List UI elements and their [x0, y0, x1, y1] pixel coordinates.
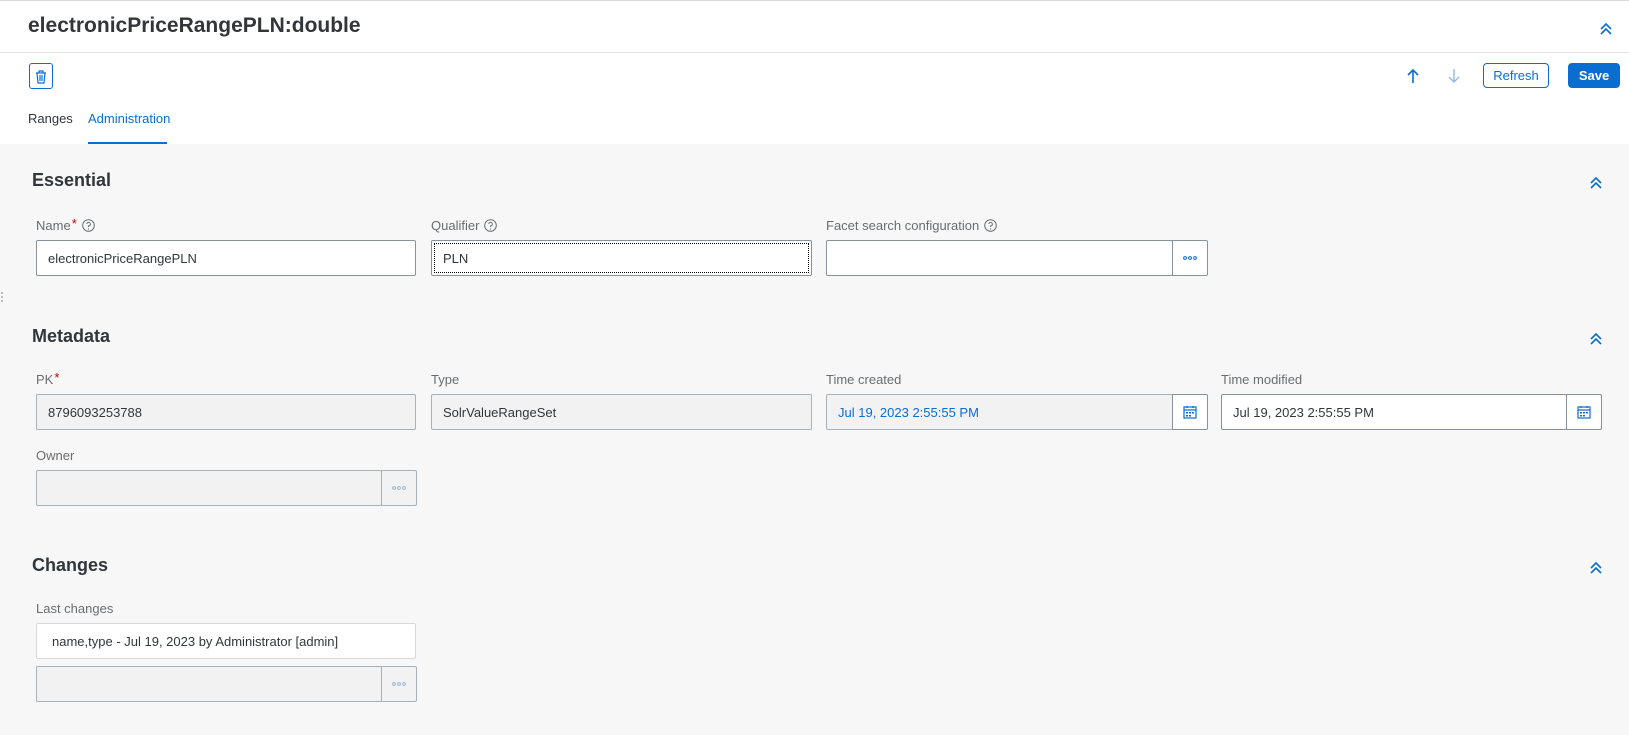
last-changes-value: name,type - Jul 19, 2023 by Administrato… [36, 623, 416, 659]
last-changes-label: Last changes [36, 601, 114, 616]
previous-arrow-button[interactable] [1402, 65, 1424, 87]
time-modified-calendar-button[interactable] [1566, 394, 1602, 430]
owner-input[interactable] [36, 470, 382, 506]
title-divider [0, 52, 1629, 53]
time-created-calendar-button[interactable] [1172, 394, 1208, 430]
owner-label: Owner [36, 448, 75, 463]
active-tab-indicator [88, 142, 167, 144]
collapse-metadata-icon[interactable] [1584, 327, 1608, 351]
refresh-button[interactable]: Refresh [1483, 63, 1549, 88]
owner-browse-button[interactable] [381, 470, 417, 506]
section-title-changes: Changes [32, 555, 109, 575]
resize-grip-icon[interactable] [0, 289, 5, 305]
arrow-up-icon [1407, 68, 1419, 83]
help-icon[interactable] [484, 219, 498, 232]
trash-icon [36, 69, 46, 84]
collapse-changes-icon[interactable] [1584, 556, 1608, 580]
name-input[interactable]: electronicPriceRangePLN [36, 240, 416, 276]
next-arrow-button[interactable] [1443, 65, 1465, 87]
section-title-essential: Essential [32, 170, 112, 190]
delete-button[interactable] [29, 63, 53, 89]
qualifier-input[interactable]: PLN [431, 240, 812, 276]
type-input: SolrValueRangeSet [431, 394, 812, 430]
help-icon[interactable] [81, 219, 95, 232]
type-label: Type [431, 372, 460, 387]
last-changes-reference-input[interactable] [36, 666, 382, 702]
time-created-label: Time created [826, 372, 902, 387]
section-title-metadata: Metadata [32, 326, 111, 346]
facet-search-configuration-browse-button[interactable] [1172, 240, 1208, 276]
tab-ranges[interactable]: Ranges [28, 111, 73, 126]
pk-label: PK * [36, 370, 60, 387]
save-button[interactable]: Save [1568, 63, 1620, 88]
more-icon [1183, 256, 1197, 260]
collapse-essential-icon[interactable] [1584, 171, 1608, 195]
calendar-icon [1577, 406, 1591, 419]
name-label: Name * [36, 216, 95, 233]
calendar-icon [1183, 406, 1197, 419]
tab-administration[interactable]: Administration [88, 111, 170, 126]
facet-search-configuration-label: Facet search configuration [826, 218, 998, 233]
collapse-header-icon[interactable] [1594, 17, 1618, 41]
time-modified-input[interactable]: Jul 19, 2023 2:55:55 PM [1221, 394, 1567, 430]
time-created-input[interactable]: Jul 19, 2023 2:55:55 PM [826, 394, 1173, 430]
pk-input: 8796093253788 [36, 394, 416, 430]
required-marker: * [54, 370, 60, 385]
more-icon [392, 682, 406, 686]
facet-search-configuration-input[interactable] [826, 240, 1173, 276]
help-icon[interactable] [984, 219, 998, 232]
object-header: electronicPriceRangePLN:double Refresh S… [0, 0, 1629, 144]
time-modified-label: Time modified [1221, 372, 1303, 387]
more-icon [392, 486, 406, 490]
last-changes-browse-button[interactable] [381, 666, 417, 702]
qualifier-label: Qualifier [431, 218, 498, 233]
arrow-down-icon [1448, 69, 1460, 83]
page-title: electronicPriceRangePLN:double [28, 14, 361, 37]
required-marker: * [71, 216, 77, 231]
